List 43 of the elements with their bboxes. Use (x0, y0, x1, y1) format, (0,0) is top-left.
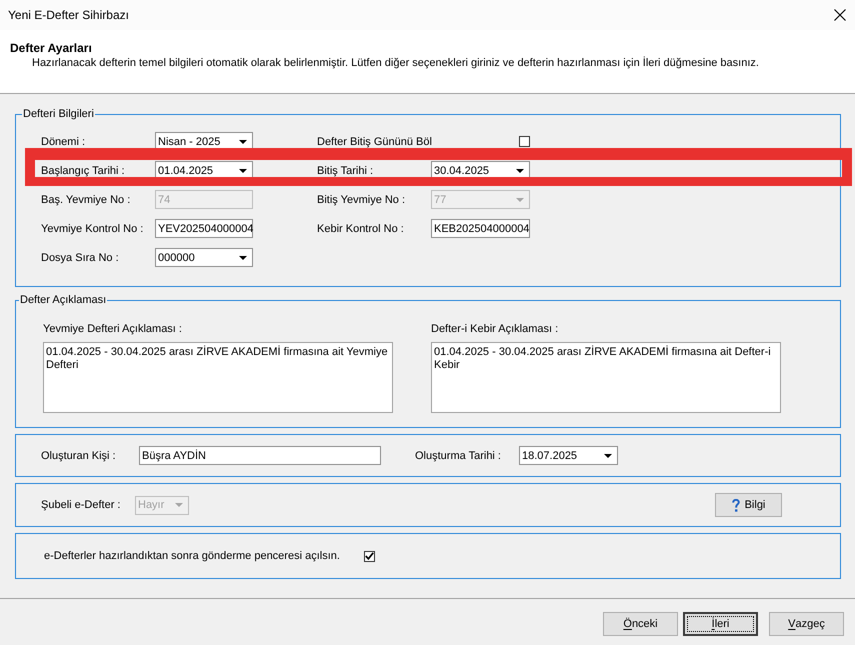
field-label: Yevmiye Defteri Açıklaması : (43, 322, 183, 336)
page-description: Hazırlanacak defterin temel bilgileri otomatik olarak belirlenmiştir. Lütfen diğer seçenekleri giriniz ve defterin hazırlanması için İleri düğmesine basınız. (31, 56, 760, 70)
dropdown[interactable]: 18.07.2025 (519, 446, 618, 465)
text-field[interactable]: Büşra AYDİN (139, 446, 381, 465)
dropdown[interactable]: 000000 (155, 248, 253, 267)
caret-icon (516, 198, 524, 202)
field-label: Baş. Yevmiye No : (41, 192, 132, 206)
caret-icon (239, 140, 247, 144)
close-icon[interactable] (834, 9, 846, 21)
field-label: Bitiş Tarihi : (317, 164, 374, 178)
field-label: Dönemi : (41, 134, 86, 148)
field-label: Oluşturan Kişi : (41, 448, 117, 462)
caret-icon (604, 454, 612, 458)
page-heading: Defter Ayarları (10, 41, 93, 55)
checkbox-label: e-Defterler hazırlandıktan sonra gönderme penceresi açılsın. (44, 549, 341, 563)
window-title: Yeni E-Defter Sihirbazı (8, 8, 129, 22)
caret-icon (239, 256, 247, 260)
text-area[interactable]: 01.04.2025 - 30.04.2025 arası ZİRVE AKADEMİ firmasına ait Defter-i Kebir (431, 342, 781, 413)
info-button[interactable]: Bilgi (715, 493, 782, 517)
caret-icon (516, 168, 524, 172)
dialog-button[interactable]: Vazgeç (769, 612, 844, 636)
field-label: Kebir Kontrol No : (317, 222, 405, 236)
field-label: Bitiş Yevmiye No : (317, 192, 406, 206)
checkbox[interactable] (364, 550, 375, 562)
group-title: Defteri Bilgileri (22, 107, 95, 121)
help-icon (732, 498, 740, 512)
text-field[interactable]: YEV202504000004 (155, 219, 253, 238)
dialog-button[interactable]: İleri (683, 612, 758, 636)
caret-icon (175, 503, 183, 507)
text-field[interactable]: KEB202504000004 (431, 219, 530, 238)
field-label: Başlangıç Tarihi : (41, 164, 126, 178)
field-label: Dosya Sıra No : (41, 250, 120, 264)
caret-icon (239, 168, 247, 172)
field-label: Şubeli e-Defter : (41, 498, 122, 512)
group-title: Defter Açıklaması (19, 293, 108, 307)
field-label: Defter-i Kebir Açıklaması : (431, 322, 560, 336)
field-label: Yevmiye Kontrol No : (41, 222, 144, 236)
checkmark-icon (365, 552, 374, 560)
dialog-button[interactable]: Önceki (603, 612, 678, 636)
checkbox[interactable] (519, 136, 530, 147)
text-area[interactable]: 01.04.2025 - 30.04.2025 arası ZİRVE AKADEMİ firmasına ait Yevmiye Defteri (43, 342, 393, 413)
checkbox-label: Defter Bitiş Gününü Böl (317, 134, 433, 148)
field-label: Oluşturma Tarihi : (415, 448, 502, 462)
